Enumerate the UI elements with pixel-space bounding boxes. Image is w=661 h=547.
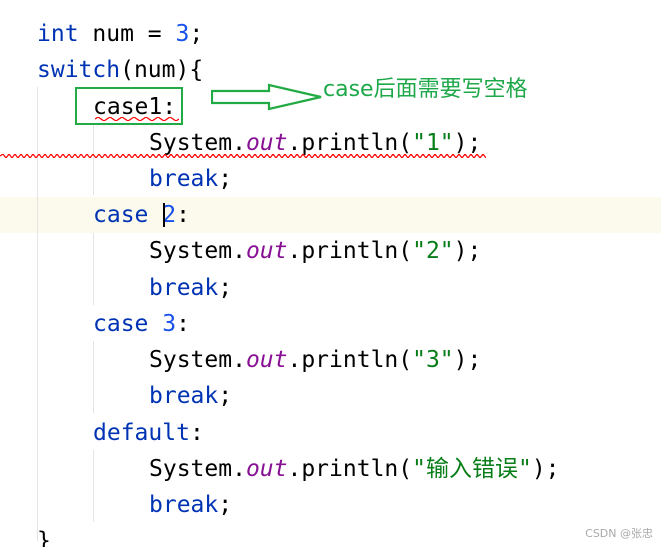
code-token: out [245,238,288,264]
code-token: ); [453,347,482,373]
code-token: ; [189,21,204,47]
code-token: System. [149,130,246,156]
code-token: : [189,420,204,446]
code-token: break [149,275,219,301]
code-token: break [149,383,219,409]
code-token: ; [218,166,233,192]
code-token: : [176,311,190,337]
code-line[interactable]: break; [149,378,232,414]
code-token: ); [453,238,482,264]
code-token: "1" [412,130,454,156]
code-line[interactable]: } [37,523,51,547]
text-caret [163,203,165,227]
code-token: ; [218,492,233,518]
indent-guide [93,123,94,195]
code-token: ; [218,383,233,409]
code-line[interactable]: System.out.println("3"); [149,342,481,378]
code-token: switch [37,57,121,83]
code-token: case [93,311,163,337]
code-token: System. [149,456,246,482]
code-token: case [93,202,163,228]
code-token: 3 [162,311,177,337]
code-token: .println( [287,238,413,264]
code-token: ; [218,275,233,301]
code-token: ); [453,130,482,156]
annotation-highlight-box [75,87,183,125]
error-underline-println [0,154,486,158]
code-line[interactable]: int num = 3; [37,16,203,52]
code-token: 3 [175,21,190,47]
code-line[interactable]: System.out.println("2"); [149,233,481,269]
annotation-arrow-icon [211,83,322,111]
code-token: "3" [412,347,454,373]
code-editor[interactable]: int num = 3; switch(num){case1: System.out… [0,0,661,547]
code-token: out [245,456,288,482]
code-token: .println( [287,130,413,156]
code-token: "输入错误" [412,456,532,482]
code-line[interactable]: break; [149,487,232,523]
indent-guide [93,341,94,413]
code-line[interactable]: case 2: [93,197,190,233]
code-token: : [176,202,190,228]
annotation-label: case后面需要写空格 [323,77,528,102]
code-line[interactable]: System.out.println("输入错误"); [149,451,560,487]
code-token: .println( [287,347,413,373]
code-token: .println( [287,456,413,482]
code-line[interactable]: default: [93,415,204,451]
code-token: "2" [412,238,454,264]
code-line[interactable]: break; [149,161,232,197]
code-token: num = [78,21,176,47]
code-line[interactable]: case 3: [93,306,190,342]
code-token: (num){ [120,57,204,83]
code-token: break [149,166,219,192]
code-line[interactable]: break; [149,270,232,306]
code-token: default [93,420,190,446]
indent-guide [93,233,94,305]
code-token: } [37,528,51,547]
code-token: System. [149,238,246,264]
code-line[interactable]: switch(num){ [37,52,203,88]
code-token: System. [149,347,246,373]
code-token: break [149,492,219,518]
code-token: out [245,347,288,373]
watermark: CSDN @张忠 [585,527,653,540]
code-token: ); [531,456,560,482]
code-token: out [245,130,288,156]
indent-guide [93,450,94,522]
code-token: int [37,21,79,47]
